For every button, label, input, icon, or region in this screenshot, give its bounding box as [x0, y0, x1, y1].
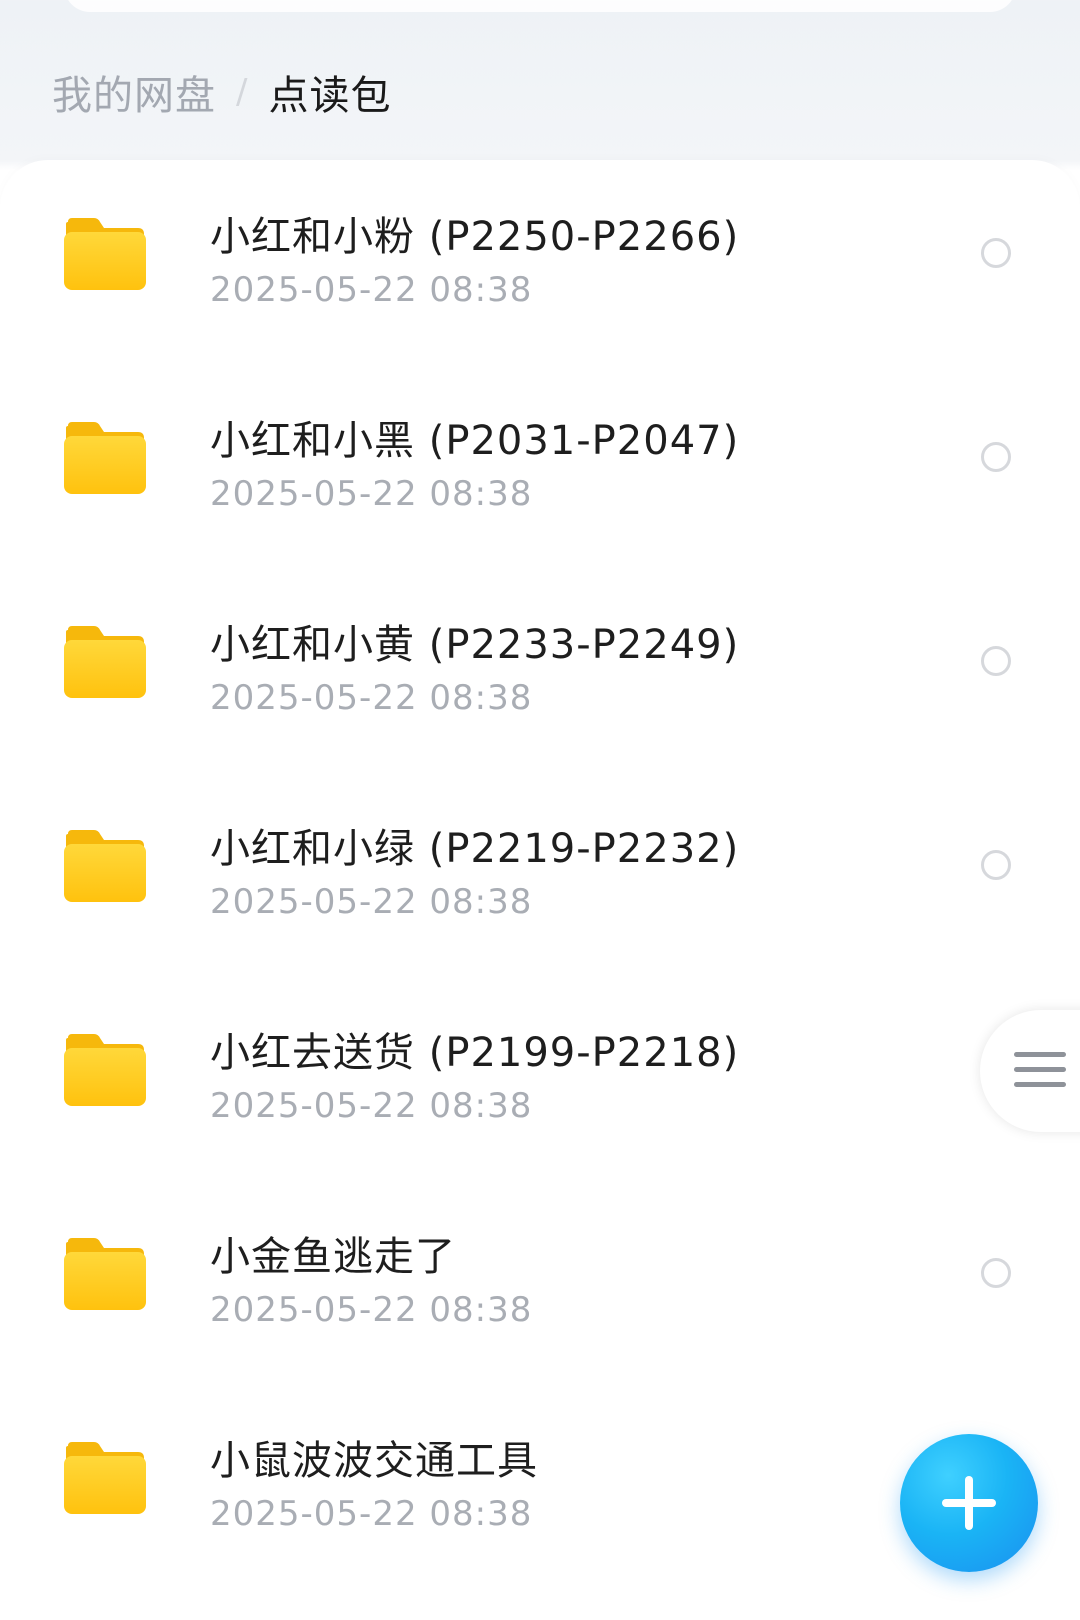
breadcrumb-current: 点读包 — [268, 73, 392, 119]
select-checkbox[interactable] — [981, 850, 1011, 880]
plus-icon — [965, 1476, 973, 1530]
file-row[interactable]: 小红和小黑 (P2031-P2047) 2025-05-22 08:38 — [0, 364, 1080, 568]
file-date: 2025-05-22 08:38 — [210, 678, 533, 718]
file-date: 2025-05-22 08:38 — [210, 1494, 533, 1534]
file-row[interactable]: 小红和小黄 (P2233-P2249) 2025-05-22 08:38 — [0, 568, 1080, 772]
file-name[interactable]: 小金鱼逃走了 — [210, 1224, 456, 1282]
file-date: 2025-05-22 08:38 — [210, 474, 533, 514]
breadcrumb-separator: / — [236, 72, 249, 112]
file-date: 2025-05-22 08:38 — [210, 1086, 533, 1126]
search-bar[interactable] — [64, 0, 1016, 12]
breadcrumb: 我的网盘 / 点读包 — [52, 62, 391, 122]
file-date: 2025-05-22 08:38 — [210, 270, 533, 310]
select-checkbox[interactable] — [981, 442, 1011, 472]
file-row[interactable]: 小金鱼逃走了 2025-05-22 08:38 — [0, 1180, 1080, 1384]
file-name[interactable]: 小红和小粉 (P2250-P2266) — [210, 204, 739, 262]
file-name[interactable]: 小红和小黑 (P2031-P2047) — [210, 408, 739, 466]
select-checkbox[interactable] — [981, 238, 1011, 268]
file-name[interactable]: 小红和小绿 (P2219-P2232) — [210, 816, 739, 874]
file-date: 2025-05-22 08:38 — [210, 882, 533, 922]
folder-icon — [62, 1032, 148, 1108]
folder-icon — [62, 828, 148, 904]
folder-icon — [62, 216, 148, 292]
file-date: 2025-05-22 08:38 — [210, 1290, 533, 1330]
add-button[interactable] — [900, 1434, 1038, 1572]
file-row[interactable]: 小红去送货 (P2199-P2218) 2025-05-22 08:38 — [0, 976, 1080, 1180]
file-name[interactable]: 小红去送货 (P2199-P2218) — [210, 1020, 739, 1078]
file-name[interactable]: 小红和小黄 (P2233-P2249) — [210, 612, 739, 670]
folder-icon — [62, 420, 148, 496]
select-checkbox[interactable] — [981, 646, 1011, 676]
select-checkbox[interactable] — [981, 1258, 1011, 1288]
file-row[interactable]: 小红和小粉 (P2250-P2266) 2025-05-22 08:38 — [0, 160, 1080, 364]
file-name[interactable]: 小鼠波波交通工具 — [210, 1428, 538, 1486]
file-list: 小红和小粉 (P2250-P2266) 2025-05-22 08:38 小红和… — [0, 160, 1080, 1588]
folder-icon — [62, 1236, 148, 1312]
menu-icon — [1014, 1052, 1066, 1097]
folder-icon — [62, 624, 148, 700]
file-list-card: 小红和小粉 (P2250-P2266) 2025-05-22 08:38 小红和… — [0, 160, 1080, 1620]
breadcrumb-root[interactable]: 我的网盘 — [52, 63, 216, 121]
folder-icon — [62, 1440, 148, 1516]
file-row[interactable]: 小红和小绿 (P2219-P2232) 2025-05-22 08:38 — [0, 772, 1080, 976]
